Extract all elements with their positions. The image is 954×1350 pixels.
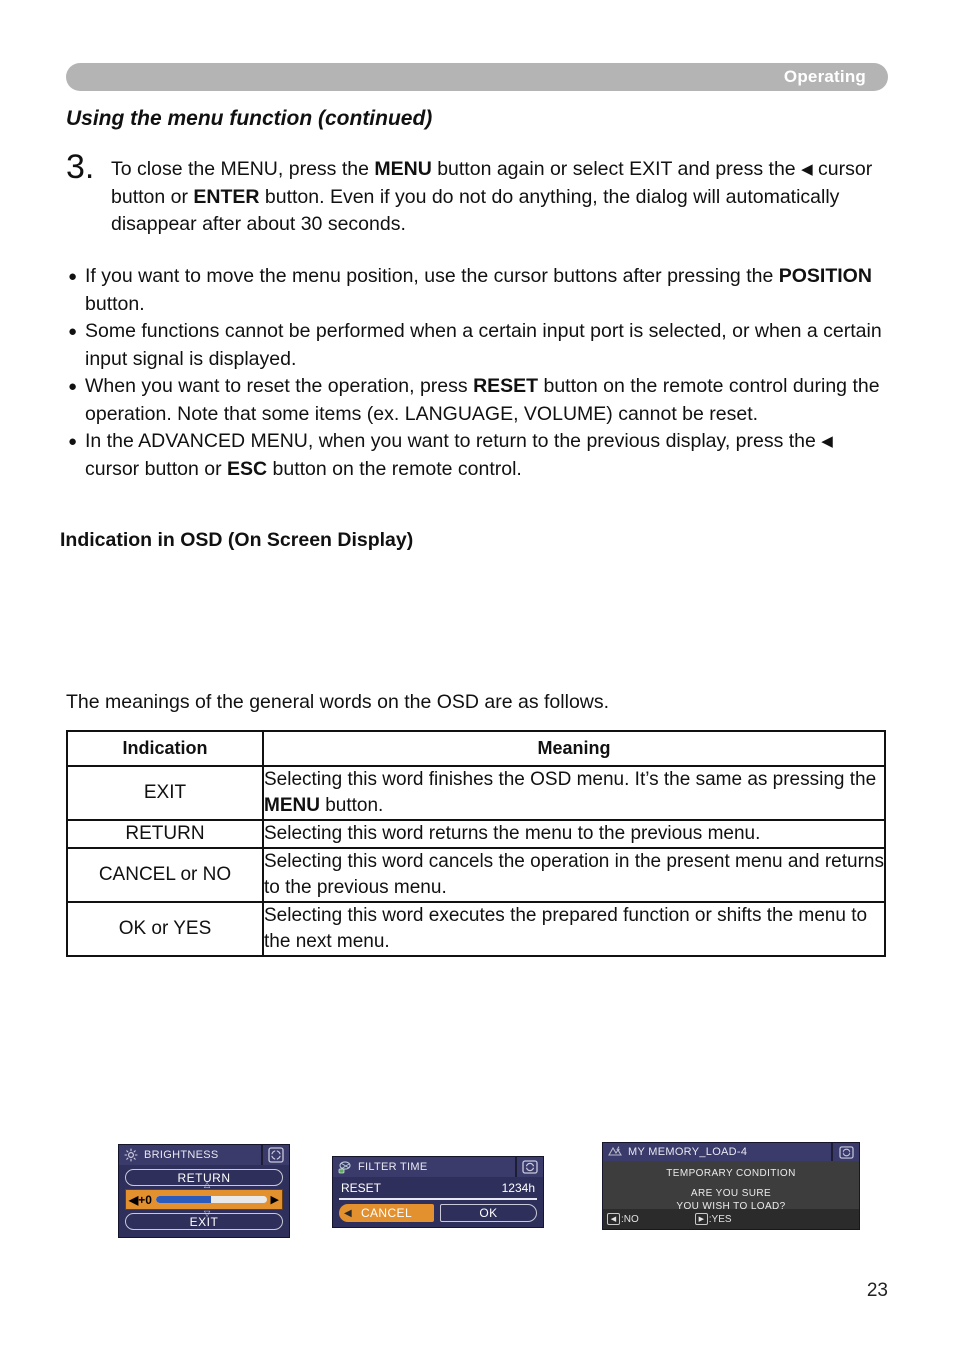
list-item: ● In the ADVANCED MENU, when you want to… bbox=[66, 428, 890, 483]
osd-mymemory-prompt-line1: ARE YOU SURE bbox=[690, 1188, 772, 1199]
bullet-dot-icon: ● bbox=[68, 323, 78, 340]
left-right-cursor-icon bbox=[838, 1145, 854, 1159]
page-header-bar: Operating bbox=[66, 63, 888, 91]
step-number: 3. bbox=[66, 148, 95, 186]
cursor-up-icon: △ bbox=[204, 1180, 211, 1189]
osd-mymemory-title: MY MEMORY_LOAD-4 bbox=[628, 1146, 748, 1158]
osd-filtertime-reset-row: RESET 1234h bbox=[339, 1179, 537, 1200]
bullet-dot-icon: ● bbox=[68, 433, 78, 450]
osd-cancel-label: CANCEL bbox=[360, 1206, 413, 1220]
page-number: 23 bbox=[866, 1280, 888, 1301]
list-item-text: When you want to reset the operation, pr… bbox=[85, 375, 880, 425]
list-item-text: If you want to move the menu position, u… bbox=[85, 265, 872, 315]
list-item-text: In the ADVANCED MENU, when you want to r… bbox=[85, 430, 833, 480]
cursor-left-icon: ◀ bbox=[607, 1213, 620, 1225]
osd-mymemory-prompt-line2: YOU WISH TO LOAD? bbox=[676, 1201, 786, 1212]
table-row: CANCEL or NO Selecting this word cancels… bbox=[66, 847, 886, 903]
table-cell-meaning: Selecting this word finishes the OSD men… bbox=[262, 765, 886, 821]
osd-dialog-filter-time: FILTER TIME RESET 1234h ◀ CANCEL OK bbox=[332, 1156, 544, 1228]
notes-bullet-list: ● If you want to move the menu position,… bbox=[66, 263, 890, 483]
table-row: EXIT Selecting this word finishes the OS… bbox=[66, 765, 886, 821]
list-item: ● Some functions cannot be performed whe… bbox=[66, 318, 890, 373]
left-right-cursor-icon bbox=[522, 1160, 538, 1174]
list-item: ● If you want to move the menu position,… bbox=[66, 263, 890, 318]
table-row: OK or YES Selecting this word executes t… bbox=[66, 901, 886, 957]
osd-section-heading: Indication in OSD (On Screen Display) bbox=[60, 529, 414, 551]
osd-filtertime-reset-label: RESET bbox=[341, 1181, 382, 1195]
osd-brightness-slider-fill bbox=[155, 1196, 212, 1203]
list-item-text: Some functions cannot be performed when … bbox=[85, 320, 882, 370]
filter-icon bbox=[338, 1161, 351, 1174]
osd-no-button[interactable]: ◀ :NO bbox=[607, 1213, 639, 1225]
osd-mymemory-titlebar: 4 MY MEMORY_LOAD-4 bbox=[603, 1143, 859, 1161]
cursor-right-icon[interactable]: ▶ bbox=[271, 1193, 279, 1206]
table-cell-meaning: Selecting this word returns the menu to … bbox=[262, 819, 886, 849]
four-way-cursor-icon bbox=[268, 1147, 284, 1163]
cursor-right-icon: ▶ bbox=[694, 1213, 708, 1225]
table-header-meaning: Meaning bbox=[262, 730, 886, 767]
osd-dialog-brightness: BRIGHTNESS RETURN △ ◀+0 ▶ ▽ EXIT bbox=[118, 1144, 290, 1238]
cursor-left-icon: ◀ bbox=[344, 1207, 353, 1219]
osd-brightness-titlebar: BRIGHTNESS bbox=[119, 1145, 289, 1165]
osd-no-label: :NO bbox=[621, 1213, 639, 1225]
table-intro-text: The meanings of the general words on the… bbox=[66, 691, 610, 713]
osd-brightness-value: ◀+0 bbox=[129, 1192, 152, 1207]
table-cell-indication: CANCEL or NO bbox=[66, 847, 264, 903]
osd-brightness-title: BRIGHTNESS bbox=[144, 1149, 219, 1161]
osd-filtertime-body: RESET 1234h ◀ CANCEL OK bbox=[333, 1177, 543, 1227]
osd-brightness-slider-track[interactable] bbox=[155, 1196, 267, 1203]
table-row: RETURN Selecting this word returns the m… bbox=[66, 819, 886, 849]
list-item: ● When you want to reset the operation, … bbox=[66, 373, 890, 428]
table-cell-indication: OK or YES bbox=[66, 901, 264, 957]
osd-ok-button[interactable]: OK bbox=[440, 1204, 537, 1222]
page-title: Using the menu function (continued) bbox=[66, 107, 433, 130]
step-text: To close the MENU, press the MENU button… bbox=[111, 158, 873, 235]
brightness-sun-icon bbox=[124, 1148, 138, 1162]
osd-mymemory-corner bbox=[831, 1143, 859, 1161]
table-cell-meaning: Selecting this word cancels the operatio… bbox=[262, 847, 886, 903]
table-cell-indication: RETURN bbox=[66, 819, 264, 849]
bullet-dot-icon: ● bbox=[68, 378, 78, 395]
osd-cancel-button[interactable]: ◀ CANCEL bbox=[339, 1204, 434, 1222]
osd-brightness-body: RETURN △ ◀+0 ▶ ▽ EXIT bbox=[119, 1165, 289, 1236]
bullet-dot-icon: ● bbox=[68, 268, 78, 285]
step-3: 3. To close the MENU, press the MENU but… bbox=[66, 150, 886, 239]
osd-brightness-slider-wrap: △ ◀+0 ▶ ▽ bbox=[125, 1181, 283, 1218]
osd-mymemory-body: TEMPORARY CONDITION ARE YOU SURE YOU WIS… bbox=[603, 1161, 859, 1212]
osd-filtertime-title: FILTER TIME bbox=[358, 1161, 428, 1173]
osd-yes-button[interactable]: ▶ :YES bbox=[694, 1213, 732, 1225]
table-cell-meaning: Selecting this word executes the prepare… bbox=[262, 901, 886, 957]
osd-words-table: Indication Meaning EXIT Selecting this w… bbox=[66, 730, 886, 957]
osd-brightness-corner bbox=[261, 1145, 289, 1165]
table-header-indication: Indication bbox=[66, 730, 264, 767]
osd-filtertime-buttons: ◀ CANCEL OK bbox=[339, 1204, 537, 1222]
cursor-down-icon: ▽ bbox=[204, 1209, 211, 1218]
osd-mymemory-condition: TEMPORARY CONDITION bbox=[666, 1168, 796, 1179]
osd-examples-figure: BRIGHTNESS RETURN △ ◀+0 ▶ ▽ EXIT FILTER … bbox=[0, 570, 954, 1238]
header-chapter-label: Operating bbox=[783, 67, 866, 86]
osd-filtertime-corner bbox=[515, 1157, 543, 1177]
osd-yes-label: :YES bbox=[708, 1213, 732, 1225]
my-memory-icon: 4 bbox=[608, 1146, 622, 1156]
osd-filtertime-value: 1234h bbox=[501, 1181, 535, 1195]
osd-brightness-slider-row[interactable]: ◀+0 ▶ bbox=[125, 1189, 283, 1210]
table-header-row: Indication Meaning bbox=[66, 730, 886, 767]
osd-mymemory-footer: ◀ :NO ▶ :YES bbox=[603, 1209, 859, 1229]
table-cell-indication: EXIT bbox=[66, 765, 264, 821]
osd-dialog-my-memory: 4 MY MEMORY_LOAD-4 TEMPORARY CONDITION A… bbox=[602, 1142, 860, 1230]
osd-filtertime-titlebar: FILTER TIME bbox=[333, 1157, 543, 1177]
